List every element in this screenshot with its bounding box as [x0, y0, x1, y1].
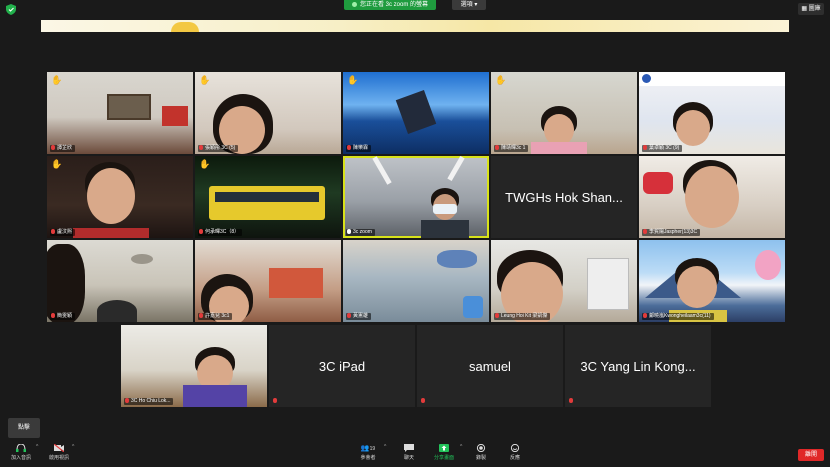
school-logo-icon — [642, 74, 651, 83]
start-video-button[interactable]: 啟用視訊 — [46, 444, 72, 461]
leave-meeting-button[interactable]: 離開 — [798, 449, 824, 461]
shield-icon[interactable] — [6, 4, 16, 15]
raised-hand-icon: ✋ — [51, 159, 63, 169]
reactions-button[interactable]: 反應 — [504, 444, 526, 461]
raised-hand-icon: ✋ — [495, 75, 507, 85]
participant-tile[interactable]: 葉卓穎 3C (9) — [639, 72, 785, 154]
participant-face — [677, 266, 717, 308]
record-icon — [476, 444, 486, 452]
join-audio-tooltip: 點擊 — [8, 418, 40, 438]
reactions-icon — [510, 444, 520, 452]
muted-mic-icon — [273, 398, 277, 403]
participant-count: 19 — [369, 446, 376, 452]
video-off-icon — [54, 444, 64, 452]
raised-hand-icon: ✋ — [51, 75, 63, 85]
muted-mic-icon — [199, 145, 203, 150]
participants-caret[interactable]: ^ — [384, 444, 386, 450]
headphones-icon — [16, 444, 26, 452]
muted-mic-icon — [643, 145, 647, 150]
join-audio-button[interactable]: 加入音訊 — [8, 444, 34, 461]
muted-mic-icon — [495, 313, 499, 318]
muted-mic-icon — [347, 313, 351, 318]
window — [587, 258, 629, 310]
share-screen-icon — [439, 444, 449, 452]
participant-tile[interactable]: Leung Hoi Kit 梁凱傑 — [491, 240, 637, 322]
ceiling-light — [372, 156, 392, 185]
muted-mic-icon — [51, 145, 55, 150]
muted-mic-icon — [569, 398, 573, 403]
raised-hand-icon: ✋ — [199, 159, 211, 169]
muted-mic-icon — [51, 313, 55, 318]
figure-silhouette — [395, 89, 437, 135]
participant-tile[interactable]: 李賀陽Jaspher(13)3C — [639, 156, 785, 238]
raised-hand-icon: ✋ — [199, 75, 211, 85]
participant-tile[interactable]: 許嘉兒 3c1 — [195, 240, 341, 322]
sharing-indicator-icon — [351, 2, 357, 7]
table-items — [269, 268, 323, 298]
participant-tile[interactable]: ✋ 張穎彤 3C (5) — [195, 72, 341, 154]
sun-graphic — [171, 22, 199, 32]
top-bar: 您正在看 3c zoom 的螢幕 選項 ▾ ▦ 圖庫 — [0, 0, 830, 20]
wall-sticker — [437, 250, 477, 268]
participant-face — [685, 166, 739, 228]
participant-tile[interactable]: ✋ 陳樂霖 — [343, 72, 489, 154]
participant-tile[interactable]: 3C Yang Lin Kong... — [565, 325, 711, 407]
share-screen-button[interactable]: 分享畫面 — [430, 444, 458, 461]
raised-hand-icon: ✋ — [347, 75, 359, 85]
audio-options-caret[interactable]: ^ — [36, 444, 38, 450]
meeting-toolbar: 加入音訊 ^ 啟用視訊 ^ 👥19 參會者 ^ 聊天 分享畫面 ^ 錄製 反應 … — [0, 441, 830, 467]
participant-tile[interactable]: ✋ 譚芷欣 — [47, 72, 193, 154]
chat-icon — [404, 444, 414, 452]
muted-mic-icon — [199, 229, 203, 234]
cherry-blossom — [755, 250, 781, 280]
video-options-caret[interactable]: ^ — [72, 444, 74, 450]
chat-button[interactable]: 聊天 — [398, 444, 420, 461]
view-options-button[interactable]: 選項 ▾ — [452, 0, 486, 10]
muted-mic-icon — [347, 145, 351, 150]
participant-tile[interactable]: 黃憲雄 — [343, 240, 489, 322]
participants-button[interactable]: 👥19 參會者 — [354, 444, 382, 461]
participant-tile[interactable]: 鄺曉嵐Kwongheilaam3c(11) — [639, 240, 785, 322]
red-toy — [643, 172, 673, 194]
active-speaker-tile[interactable]: 3c zoom — [343, 156, 489, 238]
participant-tile[interactable]: ✋ 陳靖暉3c 1 — [491, 72, 637, 154]
screen-share-banner[interactable]: 您正在看 3c zoom 的螢幕 — [344, 0, 436, 10]
face-mask — [433, 204, 457, 214]
participant-tile[interactable]: ✋ 何承暉3C（8） — [195, 156, 341, 238]
muted-mic-icon — [51, 229, 55, 234]
ceiling-fan — [131, 254, 153, 264]
participant-tile[interactable]: 簡雯穎 — [47, 240, 193, 322]
participant-face — [676, 110, 710, 146]
grid-icon: ▦ — [801, 6, 807, 12]
participant-tile[interactable]: TWGHs Hok Shan... — [491, 156, 637, 238]
shared-screen — [41, 20, 789, 32]
mic-icon — [347, 229, 351, 234]
muted-mic-icon — [125, 398, 129, 403]
participants-icon: 👥 — [360, 445, 370, 452]
participant-tile[interactable]: ✋ 盧汶熙 — [47, 156, 193, 238]
participant-tile[interactable]: samuel — [417, 325, 563, 407]
virtual-background-header — [639, 72, 785, 86]
wall-picture — [107, 94, 151, 120]
muted-mic-icon — [643, 313, 647, 318]
participant-tile[interactable]: 3C iPad — [269, 325, 415, 407]
participant-face — [87, 168, 135, 224]
ceiling-light — [447, 156, 465, 182]
record-button[interactable]: 錄製 — [470, 444, 492, 461]
muted-mic-icon — [495, 145, 499, 150]
muted-mic-icon — [199, 313, 203, 318]
muted-mic-icon — [421, 398, 425, 403]
gallery-view-button[interactable]: ▦ 圖庫 — [798, 3, 824, 15]
red-decoration — [162, 106, 188, 126]
participant-tile[interactable]: 3C Ho Chiu Lok... — [121, 325, 267, 407]
share-options-caret[interactable]: ^ — [460, 444, 462, 450]
muted-mic-icon — [643, 229, 647, 234]
